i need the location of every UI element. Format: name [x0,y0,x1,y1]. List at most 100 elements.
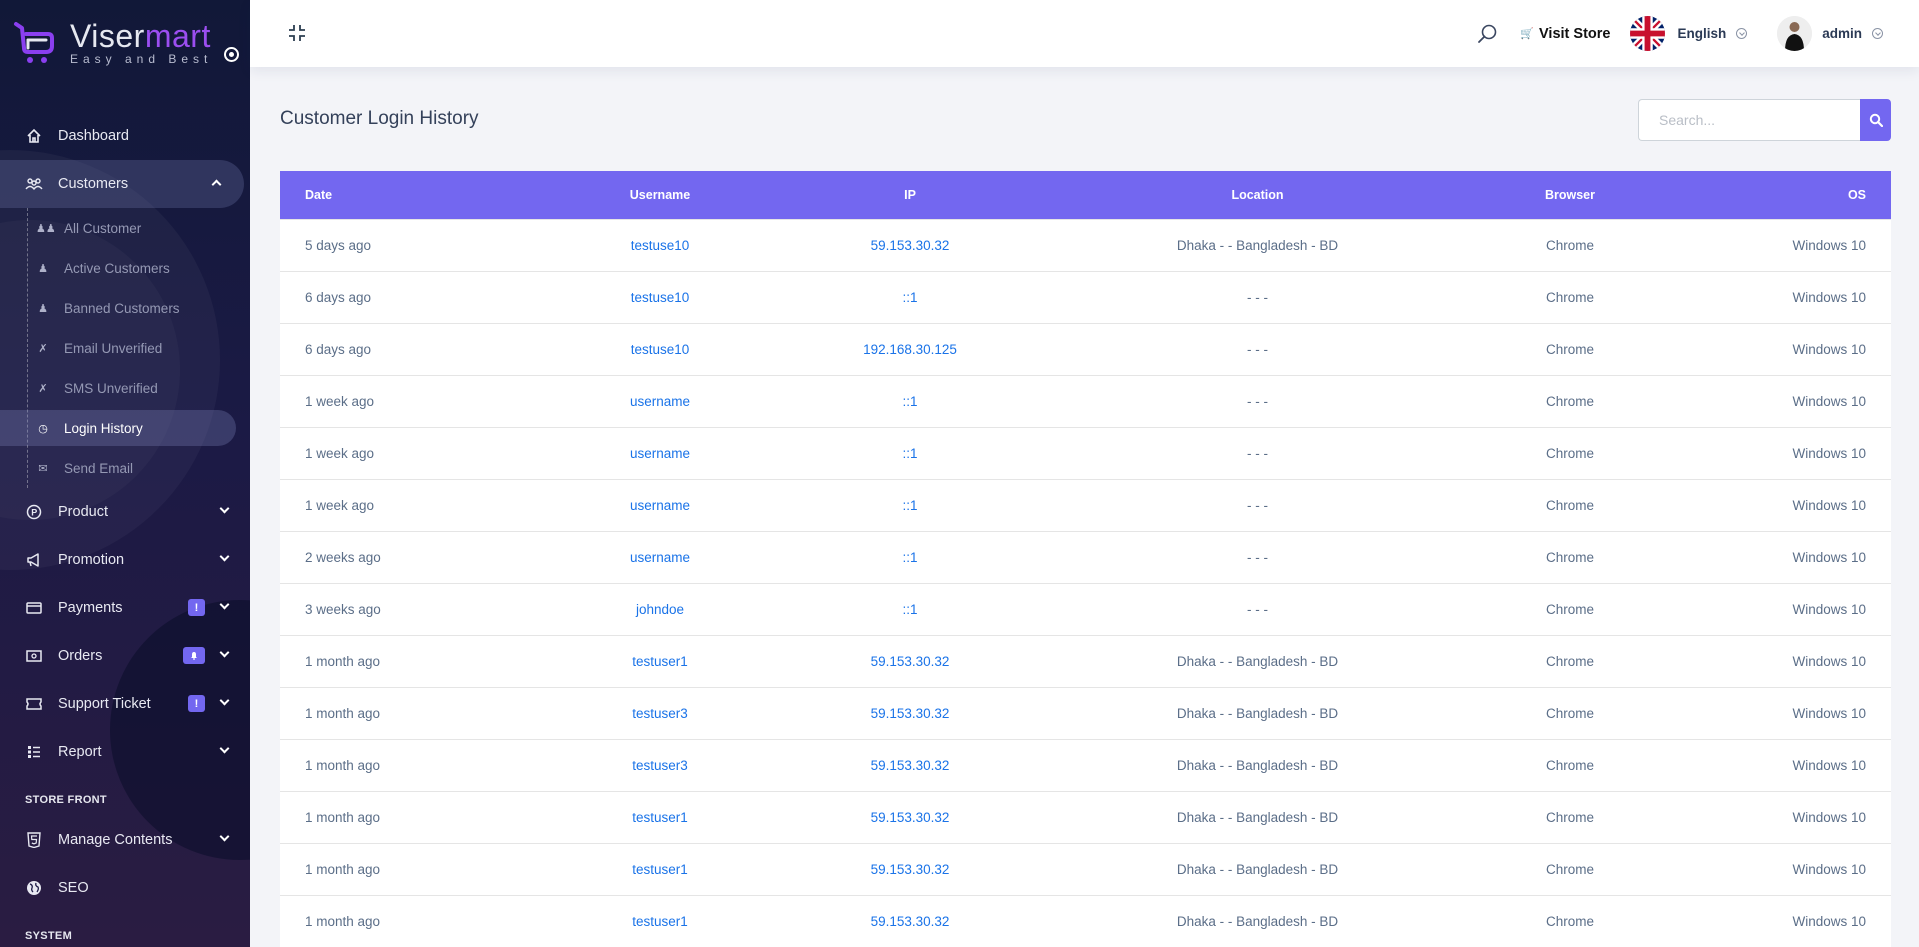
sidebar-item-product[interactable]: P Product [0,488,250,536]
table-cell: 1 week ago [280,478,540,531]
ip-link[interactable]: ::1 [902,290,917,305]
column-header-os[interactable]: OS [1665,171,1891,219]
sidebar-item-support-ticket[interactable]: Support Ticket ! [0,680,250,728]
date-cell: 6 days ago [305,341,372,357]
ip-link[interactable]: ::1 [902,602,917,617]
sidebar-subitem-email-unverified[interactable]: ✗ Email Unverified [28,328,250,368]
ip-link[interactable]: 59.153.30.32 [871,758,950,773]
sidebar-subitem-label: All Customer [64,220,142,236]
search-input[interactable] [1638,99,1860,141]
sidebar-item-manage-contents[interactable]: Manage Contents [0,816,250,864]
sidebar-item-report[interactable]: Report [0,728,250,776]
home-icon [25,127,43,145]
table-body: 5 days ago testuse10 59.153.30.32 Dhaka - -… [280,218,1891,947]
ip-link[interactable]: ::1 [902,550,917,565]
table-cell: testuse10 [540,270,780,323]
table-cell: 59.153.30.32 [780,790,1040,843]
column-header-date[interactable]: Date [280,171,540,219]
username-link[interactable]: testuse10 [631,290,690,305]
ip-link[interactable]: ::1 [902,498,917,513]
table-cell: 59.153.30.32 [780,218,1040,271]
ip-link[interactable]: 59.153.30.32 [871,654,950,669]
table-cell: ::1 [780,478,1040,531]
sidebar: Visermart Easy and Best Dashboard Custom… [0,0,250,947]
date-cell: 3 weeks ago [305,601,381,617]
table-cell: - - - [1040,322,1475,375]
sidebar-toggle-button[interactable] [224,47,239,62]
sidebar-subitem-all-customer[interactable]: ♟♟ All Customer [28,208,250,248]
column-header-browser[interactable]: Browser [1475,171,1665,219]
username-link[interactable]: testuser1 [632,654,688,669]
ip-link[interactable]: ::1 [902,394,917,409]
sidebar-nav: Dashboard Customers ♟♟ All Customer ♟ Ac… [0,112,250,947]
sidebar-subitem-active-customers[interactable]: ♟ Active Customers [28,248,250,288]
column-header-location[interactable]: Location [1040,171,1475,219]
sidebar-subitem-banned-customers[interactable]: ♟ Banned Customers [28,288,250,328]
table-cell: Chrome [1475,478,1665,531]
compress-icon [289,25,305,41]
sidebar-item-customers[interactable]: Customers [0,160,244,208]
brand-logo[interactable]: Visermart Easy and Best [12,18,212,66]
table-row: 6 days ago testuse10::1 - - - Chrome Windows… [280,270,1891,323]
sidebar-item-label: Manage Contents [58,832,173,848]
search-button[interactable] [1860,99,1891,141]
username-link[interactable]: johndoe [636,602,684,617]
username-link[interactable]: testuse10 [631,238,690,253]
sidebar-item-payments[interactable]: Payments ! [0,584,250,632]
language-label: English [1677,26,1727,41]
table-cell: Dhaka - - Bangladesh - BD [1040,894,1475,947]
fullscreen-toggle-button[interactable] [288,24,306,42]
search-toggle-button[interactable] [1476,23,1498,45]
table-cell: Chrome [1475,842,1665,895]
ip-link[interactable]: 59.153.30.32 [871,238,950,253]
sidebar-item-dashboard[interactable]: Dashboard [0,112,250,160]
table-cell: Windows 10 [1665,842,1891,895]
browser-cell: Chrome [1545,549,1594,565]
ip-link[interactable]: 59.153.30.32 [871,914,950,929]
ip-link[interactable]: 59.153.30.32 [871,862,950,877]
topbar: 🛒 Visit Store English admin [250,0,1919,67]
username-link[interactable]: testuser1 [632,914,688,929]
sidebar-item-seo[interactable]: SEO [0,864,250,912]
column-header-ip[interactable]: IP [780,171,1040,219]
table-row: 1 month ago testuser1 59.153.30.32 Dhaka - … [280,894,1891,947]
username-link[interactable]: username [630,550,690,565]
alert-badge: ! [188,599,205,616]
username-link[interactable]: testuser1 [632,810,688,825]
table-cell: Chrome [1475,686,1665,739]
table-cell: - - - [1040,582,1475,635]
table-cell: Chrome [1475,270,1665,323]
user-menu[interactable]: admin [1777,16,1883,51]
table-row: 1 month ago testuser3 59.153.30.32 Dhaka - … [280,738,1891,791]
bell-icon [191,652,197,660]
username-link[interactable]: testuse10 [631,342,690,357]
username-link[interactable]: username [630,498,690,513]
language-dropdown[interactable]: English [1630,16,1748,51]
username-link[interactable]: username [630,394,690,409]
ip-link[interactable]: 59.153.30.32 [871,706,950,721]
sidebar-item-orders[interactable]: Orders [0,632,250,680]
browser-cell: Chrome [1545,601,1594,617]
username-link[interactable]: username [630,446,690,461]
column-header-username[interactable]: Username [540,171,780,219]
ip-link[interactable]: 59.153.30.32 [871,810,950,825]
table-cell: username [540,426,780,479]
table-cell: Windows 10 [1665,738,1891,791]
ip-link[interactable]: 192.168.30.125 [863,342,957,357]
sidebar-subitem-login-history[interactable]: ◷ Login History [0,408,250,448]
os-cell: Windows 10 [1792,757,1866,773]
username-link[interactable]: testuser1 [632,862,688,877]
sidebar-item-promotion[interactable]: Promotion [0,536,250,584]
sidebar-item-label: Payments [58,600,123,616]
money-icon [25,647,43,665]
visit-store-link[interactable]: 🛒 Visit Store [1520,26,1610,42]
username-link[interactable]: testuser3 [632,758,688,773]
sidebar-subitem-label: Login History [64,420,143,436]
location-cell: - - - [1247,445,1268,461]
username-link[interactable]: testuser3 [632,706,688,721]
table-cell: ::1 [780,374,1040,427]
sidebar-subitem-sms-unverified[interactable]: ✗ SMS Unverified [28,368,250,408]
sidebar-subitem-send-email[interactable]: ✉ Send Email [28,448,250,488]
browser-cell: Chrome [1545,289,1594,305]
ip-link[interactable]: ::1 [902,446,917,461]
